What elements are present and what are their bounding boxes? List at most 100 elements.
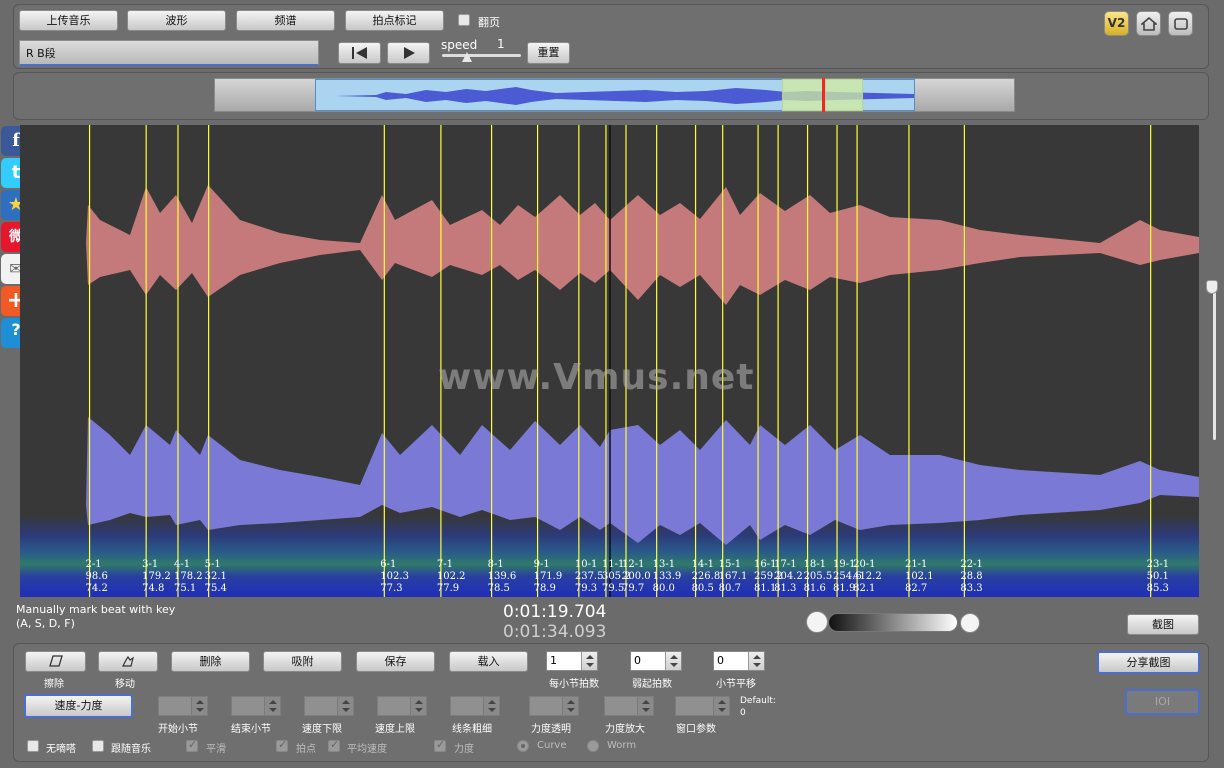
velocity-checkbox[interactable]: ✓ (434, 738, 446, 752)
beat-velocity: 80.7 (718, 583, 741, 594)
curve-label: Curve (537, 740, 567, 751)
metronome-checkbox[interactable] (27, 740, 39, 752)
beat-velocity: 79.7 (622, 583, 645, 594)
eraser-icon (48, 655, 63, 667)
end-bar-arrows[interactable] (264, 697, 280, 715)
beat-label: 10-1 237.5 79.3 (575, 559, 604, 595)
zoom-in-icon[interactable] (960, 613, 980, 633)
save-button[interactable]: 保存 (356, 651, 435, 672)
speed-slider-track[interactable] (442, 54, 521, 57)
pickup-beats-arrows[interactable] (665, 652, 681, 670)
beat-number: 2-1 (85, 559, 102, 570)
vertical-scroll-track[interactable] (1213, 292, 1216, 440)
tempo-lower-arrows[interactable] (337, 697, 353, 715)
beat-number: 13-1 (652, 559, 676, 570)
beat-label: 21-1 102.1 82.7 (905, 559, 934, 595)
line-width-stepper[interactable] (450, 696, 500, 716)
erase-button[interactable] (25, 651, 86, 672)
track-name-text: R B段 (26, 47, 56, 60)
line-width-label: 线条粗细 (452, 724, 492, 735)
waveform-view[interactable]: www.Vmus.net 2-1 98.6 74.2 3-1 179.2 74.8 4-1 1… (20, 125, 1199, 597)
tempo-lower-stepper[interactable] (304, 696, 354, 716)
beats-per-bar-label: 每小节拍数 (549, 679, 599, 690)
pickup-beats-label: 弱起拍数 (632, 679, 672, 690)
follow-music-checkbox[interactable] (92, 740, 104, 752)
tempo-upper-stepper[interactable] (377, 696, 427, 716)
beats-per-bar-stepper[interactable]: 1 (546, 651, 598, 671)
bar-offset-stepper[interactable]: 0 (713, 651, 765, 671)
current-time: 0:01:19.704 (503, 602, 607, 622)
velocity-zoom-arrows[interactable] (637, 697, 653, 715)
velocity-alpha-arrows[interactable] (562, 697, 578, 715)
track-name-field[interactable]: R B段 (19, 40, 319, 66)
smooth-checkbox[interactable]: ✓ (186, 738, 198, 752)
curve-radio[interactable] (517, 740, 529, 752)
line-width-arrows[interactable] (483, 697, 499, 715)
beat-velocity: 83.3 (960, 583, 983, 594)
share-screenshot-button[interactable]: 分享截图 (1097, 651, 1200, 674)
smooth-check-icon: ✓ (188, 738, 198, 751)
pickup-beats-value: 0 (634, 654, 641, 667)
speed-value: 1 (497, 37, 505, 51)
beat-point-check-icon: ✓ (278, 738, 288, 751)
speed-slider-handle[interactable] (462, 52, 472, 62)
velocity-zoom-stepper[interactable] (604, 696, 654, 716)
beat-bpm: 179.2 (142, 571, 171, 582)
worm-radio[interactable] (587, 740, 599, 752)
beat-number: 8-1 (487, 559, 504, 570)
overview-playhead[interactable] (822, 78, 825, 112)
tempo-lower-label: 速度下限 (302, 724, 342, 735)
beat-bpm: 28.8 (960, 571, 983, 582)
start-bar-label: 开始小节 (158, 724, 198, 735)
default-value: 0 (740, 708, 746, 718)
beat-bpm: 139.6 (487, 571, 517, 582)
delete-button[interactable]: 删除 (171, 651, 250, 672)
beat-bpm: 133.9 (652, 571, 682, 582)
ioi-button[interactable]: IOI (1125, 689, 1200, 715)
snap-button[interactable]: 吸附 (263, 651, 342, 672)
beat-mark-button[interactable]: 拍点标记 (345, 10, 444, 31)
zoom-out-icon[interactable] (806, 611, 828, 633)
velocity-alpha-label: 力度透明 (531, 724, 571, 735)
beat-label: 2-1 98.6 74.2 (86, 559, 108, 595)
beat-point-checkbox[interactable]: ✓ (276, 738, 288, 752)
window-param-stepper[interactable] (675, 696, 730, 716)
beat-velocity: 80.5 (691, 583, 714, 594)
waveform-button[interactable]: 波形 (127, 10, 226, 31)
bar-offset-arrows[interactable] (748, 652, 764, 670)
beat-number: 5-1 (204, 559, 221, 570)
vertical-scroll-handle[interactable] (1206, 280, 1218, 294)
window-param-label: 窗口参数 (676, 724, 716, 735)
beat-number: 4-1 (173, 559, 191, 570)
beats-per-bar-arrows[interactable] (581, 652, 597, 670)
tempo-velocity-button[interactable]: 速度-力度 (24, 694, 133, 718)
play-icon (403, 47, 415, 59)
spectrum-button[interactable]: 频谱 (236, 10, 335, 31)
zoom-slider[interactable] (828, 613, 958, 632)
screenshot-button[interactable]: 截图 (1127, 614, 1199, 635)
upload-music-button[interactable]: 上传音乐 (19, 10, 118, 31)
beat-velocity: 74.2 (85, 583, 108, 594)
hint-line1: Manually mark beat with key (16, 603, 176, 616)
move-button[interactable] (98, 651, 158, 672)
home-icon[interactable] (1136, 11, 1161, 36)
velocity-alpha-stepper[interactable] (529, 696, 579, 716)
beat-bpm: 102.3 (380, 571, 409, 582)
skip-start-button[interactable] (338, 42, 381, 64)
beat-velocity: 81.6 (803, 583, 826, 594)
fullscreen-icon[interactable] (1168, 11, 1193, 36)
beat-label: 6-1 102.3 77.3 (380, 559, 409, 595)
flip-page-checkbox[interactable] (458, 14, 470, 26)
tempo-upper-arrows[interactable] (410, 697, 426, 715)
start-bar-stepper[interactable] (158, 696, 208, 716)
avg-speed-checkbox[interactable]: ✓ (328, 738, 340, 752)
start-bar-arrows[interactable] (191, 697, 207, 715)
reset-button[interactable]: 重置 (527, 42, 570, 64)
load-button[interactable]: 载入 (449, 651, 528, 672)
play-button[interactable] (387, 42, 430, 64)
curve-radio-dot-icon (521, 744, 525, 748)
v2-icon[interactable]: V2 (1104, 11, 1129, 36)
pickup-beats-stepper[interactable]: 0 (630, 651, 682, 671)
window-param-arrows[interactable] (713, 697, 729, 715)
end-bar-stepper[interactable] (231, 696, 281, 716)
